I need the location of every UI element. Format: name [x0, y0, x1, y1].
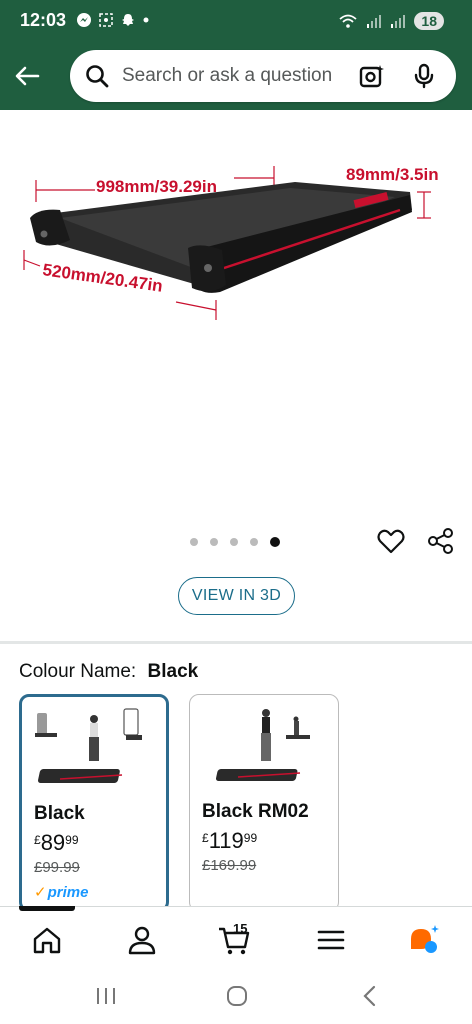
home-icon[interactable] — [30, 923, 64, 957]
prime-badge: ✓prime — [34, 883, 88, 901]
search-placeholder: Search or ask a question — [122, 65, 333, 86]
prime-check-icon: ✓ — [34, 884, 47, 901]
bottom-navigation: 15 — [0, 906, 472, 968]
price-symbol: £ — [34, 833, 41, 847]
search-header: Search or ask a question — [0, 44, 472, 110]
home-circle-icon[interactable] — [223, 982, 251, 1010]
active-tab-indicator — [19, 906, 75, 911]
dot-icon — [143, 17, 149, 23]
battery-indicator: 18 — [414, 12, 444, 30]
variant-was-price: £169.99 — [202, 857, 257, 874]
heart-icon[interactable] — [376, 526, 406, 556]
snapchat-icon — [122, 14, 134, 26]
view-in-3d-button[interactable]: VIEW IN 3D — [178, 577, 295, 615]
microphone-icon[interactable] — [410, 62, 438, 90]
price-symbol: £ — [202, 831, 209, 845]
share-icon[interactable] — [426, 526, 456, 556]
walking-pad-illustration: 998mm/39.29in 89mm/3.5in 520mm/20.47in — [23, 165, 439, 320]
status-bar: 12:03 18 — [0, 0, 472, 44]
price-fraction: 99 — [243, 831, 258, 845]
carousel-dot[interactable] — [190, 538, 198, 546]
colour-label-text: Colour Name: — [19, 661, 137, 682]
carousel-dot-active[interactable] — [270, 537, 280, 547]
rufus-icon[interactable] — [407, 923, 441, 957]
search-input[interactable]: Search or ask a question — [70, 50, 456, 102]
system-back-icon[interactable] — [356, 982, 384, 1010]
search-icon — [86, 65, 109, 88]
variant-name: Black — [34, 803, 85, 824]
system-status-icons: 18 — [338, 12, 444, 30]
colour-selected-value: Black — [147, 661, 199, 682]
section-divider — [0, 641, 472, 644]
messenger-icon — [77, 13, 91, 27]
status-time: 12:03 — [20, 10, 67, 30]
back-arrow-icon — [15, 66, 40, 86]
variant-price: £8999 — [34, 830, 79, 856]
image-carousel-dots[interactable] — [190, 537, 280, 547]
product-image[interactable]: 998mm/39.29in 89mm/3.5in 520mm/20.47in — [0, 110, 472, 520]
recent-apps-icon[interactable] — [92, 982, 120, 1010]
length-dimension-label: 998mm/39.29in — [96, 177, 217, 196]
variant-thumbnail — [35, 708, 142, 783]
system-navigation-bar — [0, 968, 472, 1024]
price-fraction: 99 — [65, 833, 79, 847]
variant-name: Black RM02 — [202, 801, 309, 822]
back-button[interactable] — [12, 61, 44, 93]
camera-lens-icon[interactable] — [358, 62, 386, 90]
price-whole: 89 — [40, 830, 66, 855]
prime-text: prime — [47, 884, 89, 901]
cart-count-badge: 15 — [233, 921, 248, 936]
carousel-dot[interactable] — [250, 538, 258, 546]
colour-name-label: Colour Name: Black — [19, 661, 198, 683]
variant-card-black[interactable]: Black £8999 £99.99 ✓prime — [19, 694, 169, 912]
price-whole: 119 — [208, 828, 244, 853]
signal-icon — [367, 15, 382, 28]
carousel-dot[interactable] — [230, 538, 238, 546]
signal-icon — [391, 15, 406, 28]
variant-thumbnail — [215, 709, 310, 781]
variant-was-price: £99.99 — [34, 859, 80, 876]
account-icon[interactable] — [125, 923, 159, 957]
cart-button[interactable]: 15 — [217, 921, 251, 957]
menu-icon[interactable] — [314, 923, 348, 957]
wifi-icon — [339, 14, 358, 28]
variant-card-black-rm02[interactable]: Black RM02 £11999 £169.99 — [189, 694, 339, 912]
screenshot-icon — [99, 13, 113, 27]
height-dimension-label: 89mm/3.5in — [346, 165, 439, 184]
carousel-dot[interactable] — [210, 538, 218, 546]
variant-price: £11999 — [202, 828, 257, 854]
notification-icons — [76, 12, 150, 28]
